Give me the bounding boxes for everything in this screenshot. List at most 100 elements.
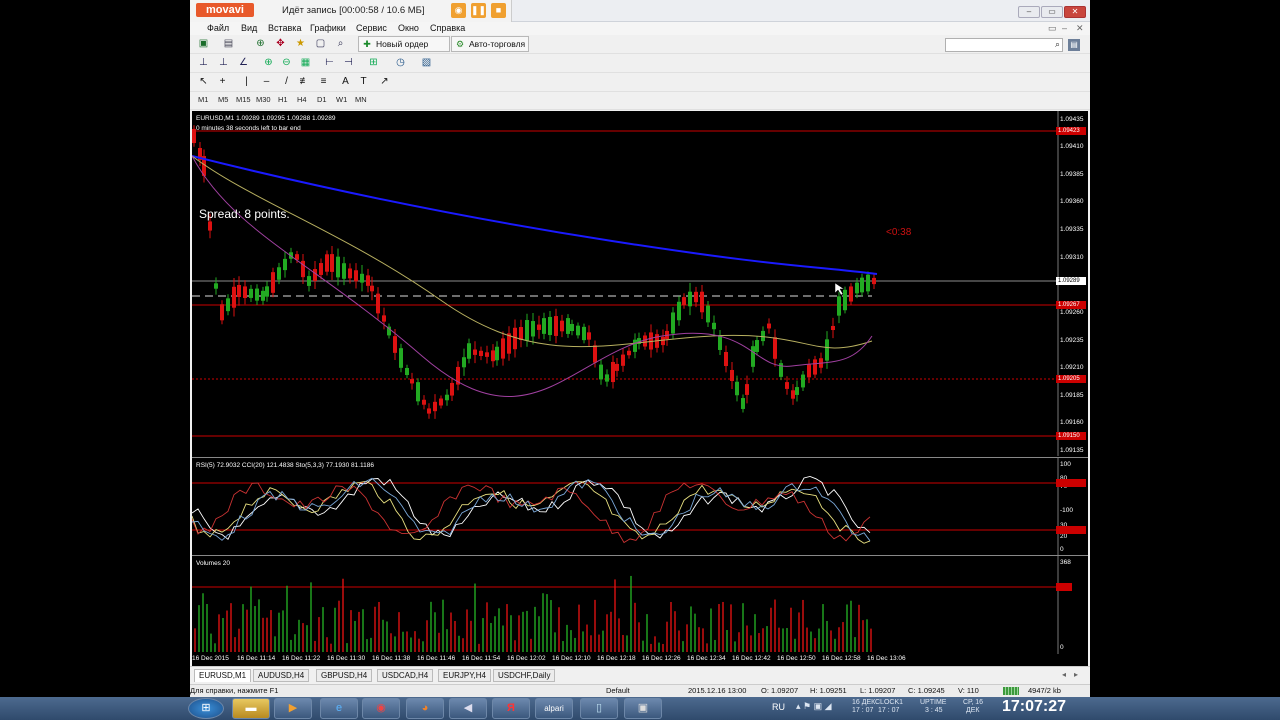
window-icon[interactable]: ▯ [580,698,618,719]
channel-icon[interactable]: ≢ [297,75,312,89]
tf-h4[interactable]: H4 [297,95,307,104]
firefox-icon[interactable]: ◕ [406,698,444,719]
level-tag: 1.09267 [1056,301,1086,309]
cursor-icon[interactable]: ↖ [196,75,211,89]
terminal-icon[interactable]: ▢ [313,37,328,51]
candle-body [560,320,564,332]
recorder-panel: movavi Идёт запись [00:00:58 / 10.6 МБ] … [190,0,512,22]
favorites-icon[interactable]: ★ [293,37,308,51]
candle-body [462,357,466,368]
tile-icon[interactable]: ▦ [298,56,313,70]
menu-tools[interactable]: Сервис [356,23,387,33]
alpari-label: alpari [544,704,564,713]
tf-m30[interactable]: M30 [256,95,271,104]
recorder-taskbar-icon[interactable]: ▣ [624,698,662,719]
start-button[interactable]: ⊞ [188,698,224,719]
time-label: 16 Dec 12:02 [507,655,546,662]
line-chart-icon[interactable]: ∠ [236,56,251,70]
osc-label: 100 [1060,461,1071,468]
tester-icon[interactable]: ⌕ [333,37,348,51]
close-button[interactable]: ✕ [1064,6,1086,18]
media-player-icon[interactable]: ▶ [274,698,312,719]
new-order-button[interactable]: ✚ Новый ордер [358,36,450,52]
menu-window[interactable]: Окно [398,23,419,33]
audio-icon[interactable]: ◀ [449,698,487,719]
tf-m1[interactable]: M1 [198,95,208,104]
candle-body [785,382,789,389]
menu-help[interactable]: Справка [430,23,465,33]
community-icon[interactable]: ▤ [1068,39,1080,51]
explorer-icon[interactable]: ▬ [232,698,270,719]
new-chart-icon[interactable]: ▣ [196,37,211,51]
tf-m5[interactable]: M5 [218,95,228,104]
chart-window[interactable]: EURUSD,M1 1.09289 1.09295 1.09288 1.0928… [192,111,1088,666]
menu-insert[interactable]: Вставка [268,23,301,33]
stop-icon[interactable]: ■ [491,3,506,18]
oscillator-pane[interactable]: RSI(5) 72.9032 CCI(20) 121.4838 Sto(5,3,… [192,457,1088,555]
yandex-icon[interactable]: Я [492,698,530,719]
candlestick-icon[interactable]: ⊥ [216,56,231,70]
maximize-button[interactable]: ▭ [1041,6,1063,18]
horizontal-line-icon[interactable]: – [259,75,274,89]
navigator-icon[interactable]: ✥ [273,37,288,51]
market-watch-icon[interactable]: ⊕ [253,37,268,51]
text-icon[interactable]: A [338,75,353,89]
candle-body [751,346,755,367]
taskbar-clock[interactable]: 17:07:27 [1002,698,1066,716]
menu-charts[interactable]: Графики [310,23,346,33]
volume-pane[interactable]: Volumes 20 368 0 [192,555,1088,654]
tab-scroll-right-icon[interactable]: ▸ [1074,670,1078,679]
menu-file[interactable]: Файл [207,23,229,33]
pause-icon[interactable]: ❚❚ [471,3,486,18]
tf-w1[interactable]: W1 [336,95,347,104]
status-datetime: 2015.12.16 13:00 [688,686,747,695]
ie-icon[interactable]: e [320,698,358,719]
autoscroll-icon[interactable]: ⊢ [322,56,337,70]
crosshair-icon[interactable]: + [215,75,230,89]
tab-gbpusd-h4[interactable]: GBPUSD,H4 [316,669,373,682]
tf-h1[interactable]: H1 [278,95,288,104]
candle-body [427,408,431,414]
candle-body [393,336,397,353]
templates-icon[interactable]: ▧ [419,56,434,70]
tab-audusd-h4[interactable]: AUDUSD,H4 [253,669,310,682]
candle-body [271,272,275,293]
trendline-icon[interactable]: / [279,75,294,89]
zoom-in-icon[interactable]: ⊕ [261,56,276,70]
language-indicator[interactable]: RU [772,703,785,712]
chart-shift-icon[interactable]: ⊣ [341,56,356,70]
candle-body [745,384,749,395]
camera-icon[interactable]: ◉ [451,3,466,18]
tf-mn[interactable]: MN [355,95,367,104]
minimize-button[interactable]: – [1018,6,1040,18]
tf-m15[interactable]: M15 [236,95,251,104]
fibo-icon[interactable]: ≡ [316,75,331,89]
indicators-icon[interactable]: ⊞ [366,56,381,70]
bar-chart-icon[interactable]: ⊥ [196,56,211,70]
arrows-icon[interactable]: ↗ [377,75,392,89]
search-icon[interactable]: ⌕ [1055,39,1060,50]
vertical-line-icon[interactable]: | [239,75,254,89]
restore-icon[interactable]: ▭ [1048,23,1057,34]
tab-usdchf-daily[interactable]: USDCHF,Daily [493,669,556,682]
menu-view[interactable]: Вид [241,23,257,33]
tab-eurusd-m1[interactable]: EURUSD,M1 [194,669,252,682]
tab-eurjpy-h4[interactable]: EURJPY,H4 [438,669,491,682]
price-label: 1.09135 [1060,447,1084,454]
child-minimize-icon[interactable]: – [1062,23,1067,33]
chrome-icon[interactable]: ◉ [362,698,400,719]
alpari-taskbar-button[interactable]: alpari [535,698,573,719]
autotrading-button[interactable]: ⚙ Авто-торговля [451,36,529,52]
label-icon[interactable]: T [356,75,371,89]
tab-usdcad-h4[interactable]: USDCAD,H4 [377,669,434,682]
tray-icons[interactable]: ▴ ⚑ ▣ ◢ [796,702,832,711]
zoom-out-icon[interactable]: ⊖ [279,56,294,70]
profiles-icon[interactable]: ▤ [221,37,236,51]
child-close-icon[interactable]: ✕ [1076,23,1084,34]
price-pane[interactable]: EURUSD,M1 1.09289 1.09295 1.09288 1.0928… [192,111,1088,456]
tab-scroll-left-icon[interactable]: ◂ [1062,670,1066,679]
candle-body [700,291,704,313]
search-input[interactable]: ⌕ [945,38,1063,52]
tf-d1[interactable]: D1 [317,95,327,104]
periods-icon[interactable]: ◷ [393,56,408,70]
